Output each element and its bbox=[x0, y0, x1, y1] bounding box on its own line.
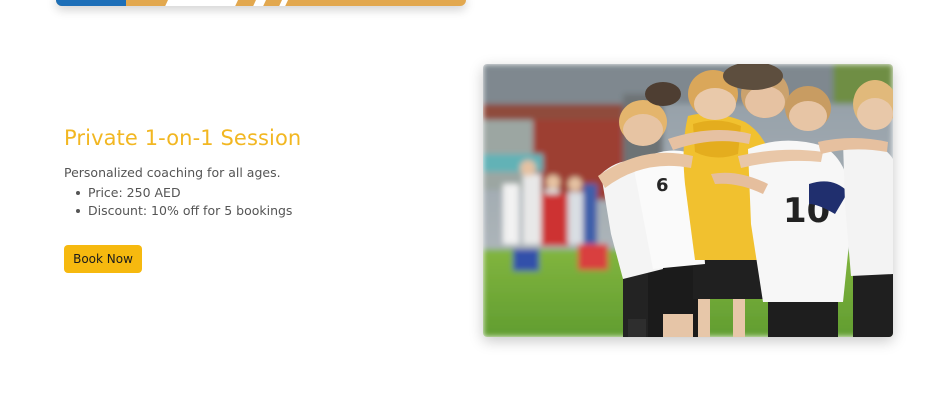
detail-price: Price: 250 AED bbox=[64, 184, 292, 202]
bullet-icon bbox=[76, 191, 80, 195]
previous-card-bottom-edge bbox=[56, 0, 466, 6]
book-now-button[interactable]: Book Now bbox=[64, 245, 142, 273]
session-description: Personalized coaching for all ages. bbox=[64, 165, 281, 180]
page: Private 1-on-1 Session Personalized coac… bbox=[0, 0, 946, 408]
card-stripe-white bbox=[279, 0, 291, 6]
bullet-icon bbox=[76, 209, 80, 213]
detail-discount-text: Discount: 10% off for 5 bookings bbox=[88, 203, 293, 218]
card-stripe-white bbox=[253, 0, 269, 6]
team-huddle-photo: 6 10 bbox=[483, 64, 893, 337]
detail-price-text: Price: 250 AED bbox=[88, 185, 181, 200]
card-stripe-white bbox=[165, 0, 241, 6]
card-stripe-blue bbox=[56, 0, 126, 6]
session-title: Private 1-on-1 Session bbox=[64, 126, 302, 150]
detail-discount: Discount: 10% off for 5 bookings bbox=[64, 202, 292, 220]
session-details-list: Price: 250 AED Discount: 10% off for 5 b… bbox=[64, 184, 292, 220]
